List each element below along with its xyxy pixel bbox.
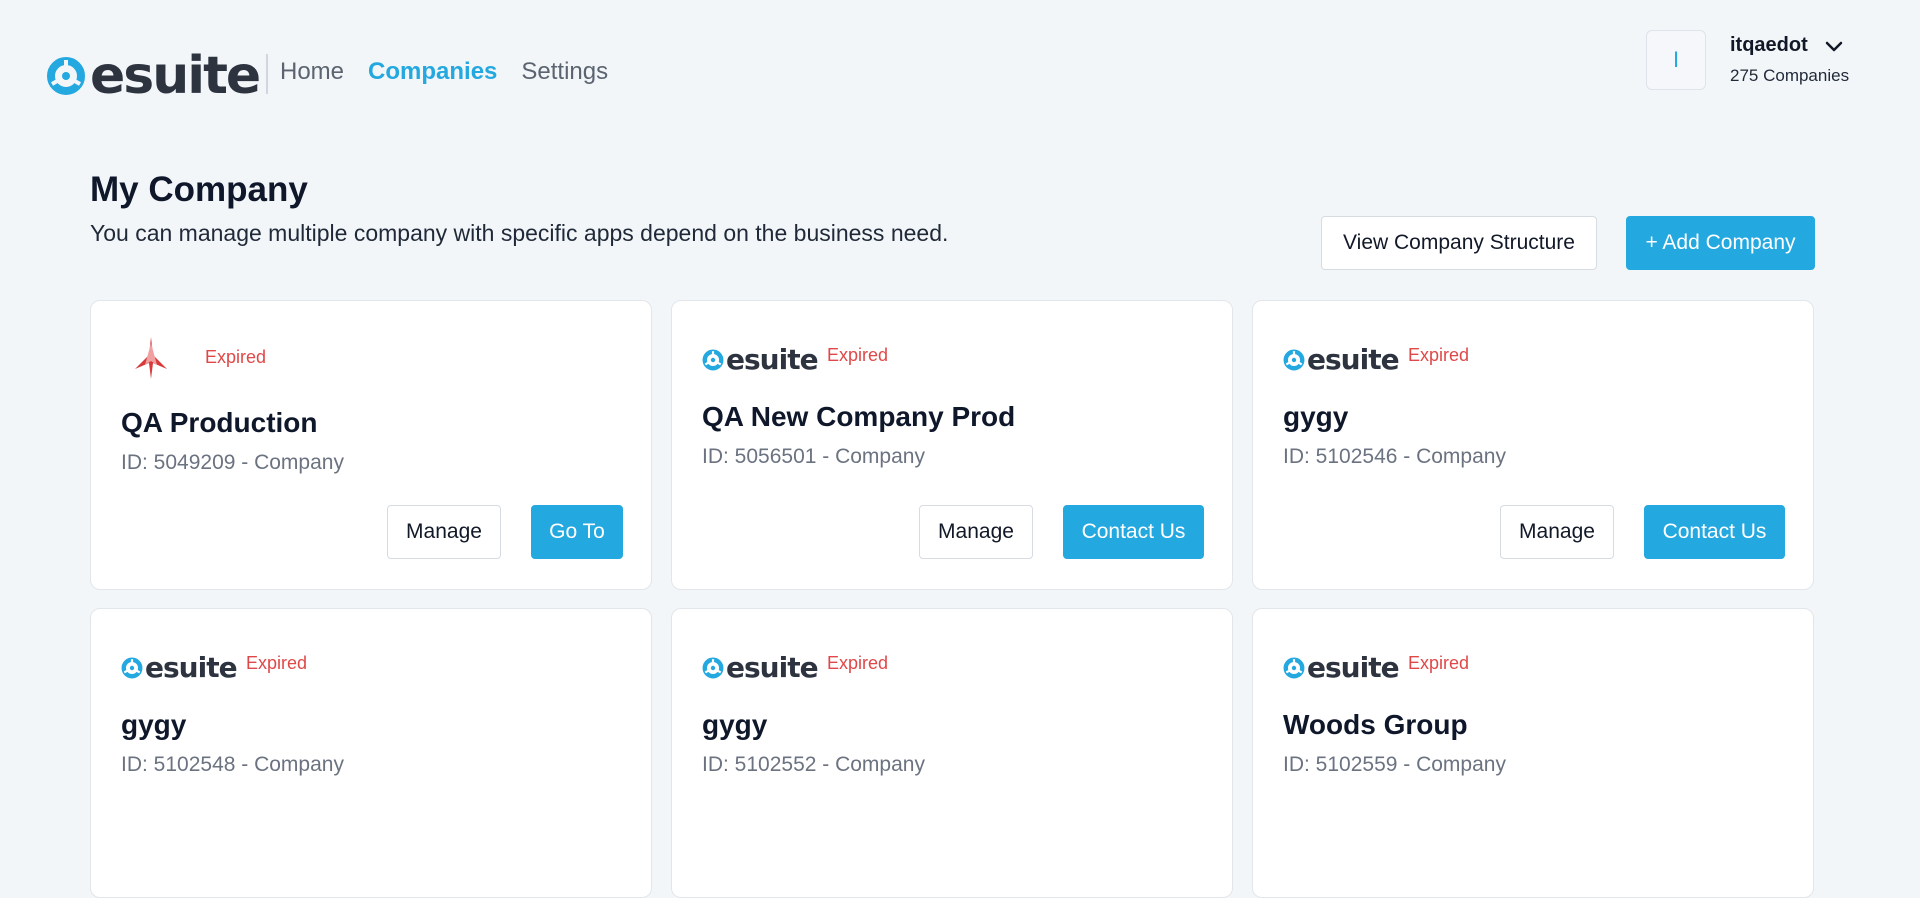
company-id: ID: 5102552 - Company: [702, 753, 925, 776]
chevron-down-icon[interactable]: [1822, 34, 1846, 58]
company-id: ID: 5056501 - Company: [702, 445, 925, 468]
company-card: esuite Expired QA New Company Prod ID: 5…: [671, 300, 1233, 590]
brand-name: esuite: [1307, 343, 1400, 376]
brand-name: esuite: [726, 343, 819, 376]
manage-button[interactable]: Manage: [1500, 505, 1614, 559]
manage-button[interactable]: Manage: [919, 505, 1033, 559]
status-badge: Expired: [246, 653, 308, 673]
nav-settings[interactable]: Settings: [521, 58, 608, 86]
esuite-mark-icon: [121, 657, 143, 679]
status-badge: Expired: [1408, 653, 1470, 673]
add-company-button[interactable]: + Add Company: [1626, 216, 1815, 270]
go-to-button[interactable]: Go To: [531, 505, 623, 559]
avatar[interactable]: I: [1646, 30, 1706, 90]
manage-button[interactable]: Manage: [387, 505, 501, 559]
contact-us-button[interactable]: Contact Us: [1644, 505, 1785, 559]
page-subtitle: You can manage multiple company with spe…: [90, 220, 949, 246]
company-name: gygy: [121, 709, 187, 740]
company-logo: esuite: [702, 651, 819, 685]
brand-name: esuite: [90, 46, 261, 106]
company-name: Woods Group: [1283, 709, 1468, 740]
companies-count: 275 Companies: [1730, 66, 1850, 85]
esuite-mark-icon: [702, 657, 724, 679]
company-name: gygy: [1283, 401, 1349, 432]
company-id: ID: 5102546 - Company: [1283, 445, 1506, 468]
user-name[interactable]: itqaedot: [1730, 34, 1808, 57]
status-badge: Expired: [827, 345, 889, 365]
nav-home[interactable]: Home: [280, 58, 344, 86]
company-name: QA Production: [121, 407, 318, 438]
company-logo: esuite: [1283, 343, 1400, 377]
company-card: esuite Expired gygy ID: 5102548 - Compan…: [90, 608, 652, 898]
company-name: gygy: [702, 709, 768, 740]
esuite-mark-icon: [47, 57, 85, 95]
status-badge: Expired: [827, 653, 889, 673]
company-name: QA New Company Prod: [702, 401, 1016, 432]
brand-name: esuite: [726, 651, 819, 684]
company-card: esuite Expired Woods Group ID: 5102559 -…: [1252, 608, 1814, 898]
company-logo: [131, 335, 171, 381]
company-card: Expired QA Production ID: 5049209 - Comp…: [90, 300, 652, 590]
company-logo: esuite: [121, 651, 238, 685]
company-card: esuite Expired gygy ID: 5102552 - Compan…: [671, 608, 1233, 898]
company-id: ID: 5049209 - Company: [121, 451, 344, 474]
esuite-mark-icon: [702, 349, 724, 371]
page-title: My Company: [90, 170, 308, 209]
esuite-mark-icon: [1283, 657, 1305, 679]
top-header: esuite Home Companies Settings I itqaedo…: [0, 0, 1920, 150]
esuite-mark-icon: [1283, 349, 1305, 371]
main-nav: Home Companies Settings: [280, 58, 608, 86]
brand-logo[interactable]: esuite: [46, 46, 261, 106]
status-badge: Expired: [1408, 345, 1470, 365]
nav-companies[interactable]: Companies: [368, 58, 497, 86]
company-id: ID: 5102548 - Company: [121, 753, 344, 776]
brand-name: esuite: [1307, 651, 1400, 684]
company-id: ID: 5102559 - Company: [1283, 753, 1506, 776]
status-badge: Expired: [205, 347, 267, 367]
view-company-structure-button[interactable]: View Company Structure: [1321, 216, 1597, 270]
contact-us-button[interactable]: Contact Us: [1063, 505, 1204, 559]
company-logo: esuite: [702, 343, 819, 377]
company-card: esuite Expired gygy ID: 5102546 - Compan…: [1252, 300, 1814, 590]
company-logo: esuite: [1283, 651, 1400, 685]
brand-divider: [266, 54, 268, 94]
brand-name: esuite: [145, 651, 238, 684]
red-plane-logo-icon: [135, 337, 167, 379]
